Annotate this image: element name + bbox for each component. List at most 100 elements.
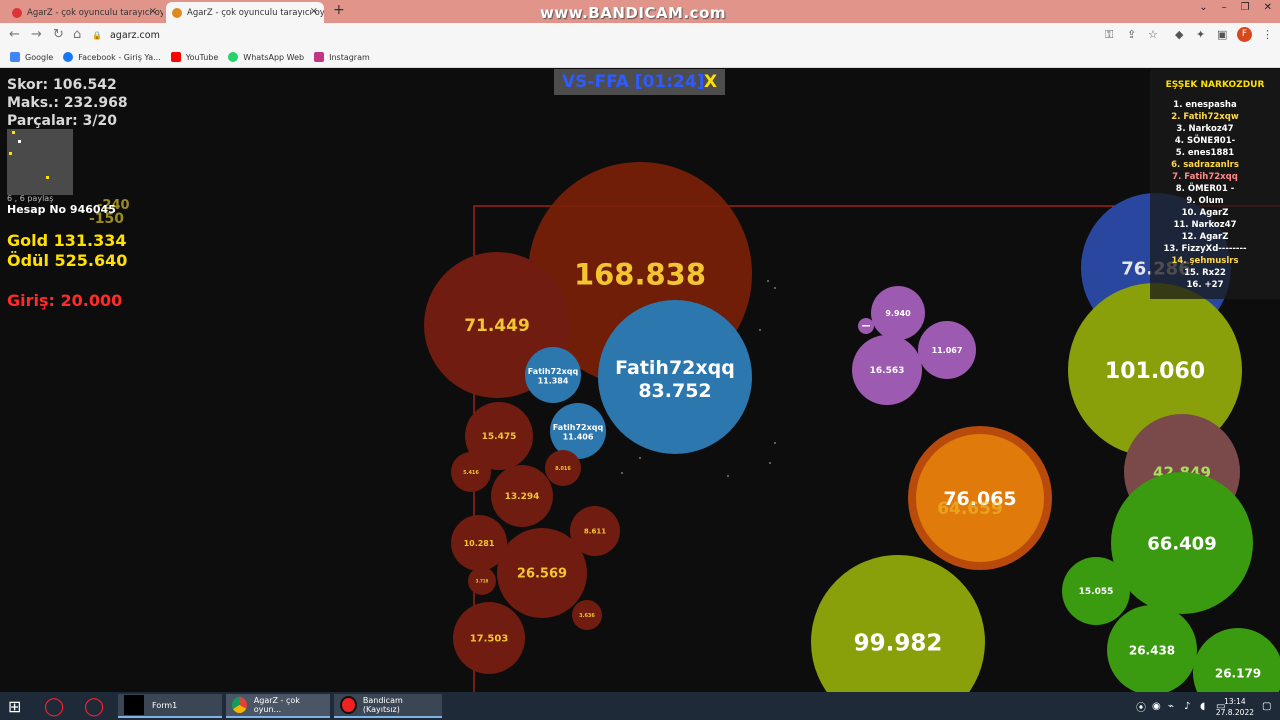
game-cell: 15.055	[1062, 557, 1130, 625]
sidepanel-icon[interactable]: ▣	[1217, 28, 1227, 41]
bookmark-google[interactable]: Google	[10, 52, 53, 62]
restore-icon[interactable]: ❐	[1241, 2, 1250, 13]
leaderboard-title: EŞŞEK NARKOZDUR	[1165, 80, 1265, 90]
notification-icon[interactable]: ▢	[1262, 694, 1271, 718]
bookmark-youtube[interactable]: YouTube	[170, 52, 218, 62]
tab-search-icon[interactable]: ⌄	[1199, 2, 1207, 13]
leaderboard-row: 2. Fatih72xqw	[1171, 112, 1239, 122]
minimize-icon[interactable]: –	[1222, 2, 1227, 13]
lock-icon[interactable]: 🔒	[92, 31, 102, 40]
leaderboard-row: 8. ÖMER01 -	[1175, 184, 1235, 194]
windows-start-icon[interactable]: ⊞	[8, 694, 21, 718]
key-icon[interactable]: ⚿	[1105, 28, 1113, 42]
reward-text: Ödül 525.640	[7, 251, 128, 270]
taskbar-chrome[interactable]: AgarZ - çok oyun...	[226, 694, 330, 718]
mode-timer: VS-FFA [01:24]	[562, 72, 705, 92]
browser-tab-1[interactable]: AgarZ - çok oyunculu tarayıcı oy ×	[6, 2, 163, 23]
instagram-icon	[314, 52, 325, 62]
taskbar-form1[interactable]: Form1	[118, 694, 222, 718]
taskbar-bandicam[interactable]: Bandicam (Kayıtsız)	[334, 694, 442, 718]
extension-icon[interactable]: ◆	[1175, 28, 1183, 41]
leaderboard-row: 13. FizzyXd--------	[1163, 244, 1247, 254]
browser-tab-2[interactable]: AgarZ - çok oyunculu tarayıcı oy ×	[166, 2, 324, 23]
game-cell: 3.636	[572, 600, 602, 630]
leaderboard-row: 11. Narkoz47	[1173, 220, 1237, 230]
gold-text: Gold 131.334	[7, 231, 127, 250]
form1-app-icon	[124, 695, 144, 715]
new-tab-button[interactable]: +	[333, 2, 345, 18]
leaderboard-row: 9. Olum	[1186, 196, 1224, 206]
minimap	[7, 129, 73, 195]
close-tab-icon[interactable]: ×	[310, 6, 318, 17]
opera-icon[interactable]: ◯	[44, 694, 64, 718]
game-cell: 5.416	[451, 452, 491, 492]
leaderboard-row: 5. enes1881	[1175, 148, 1235, 158]
game-cell: 17.503	[453, 602, 525, 674]
game-cell: 76.065	[908, 426, 1052, 570]
recording-watermark: www.BANDICAM.com	[540, 4, 727, 22]
taskbar-label: Form1	[152, 700, 178, 710]
game-cell: Fatih72xqq11.384	[525, 347, 581, 403]
cell-label: 3.718	[476, 578, 489, 583]
leaderboard-row: 10. AgarZ	[1181, 208, 1229, 218]
bookmark-star-icon[interactable]: ☆	[1148, 28, 1158, 41]
cell-label: 5.416	[463, 470, 479, 476]
volume-tray-icon[interactable]: ◖	[1200, 694, 1205, 718]
record-tray-icon[interactable]: ⦿	[1136, 694, 1146, 718]
bookmark-instagram[interactable]: Instagram	[314, 52, 370, 62]
system-clock[interactable]: 13:14 27.8.2022	[1216, 696, 1254, 718]
cell-label: 66.409	[1147, 533, 1216, 554]
taskbar: ⊞ ◯ ◯ Form1 AgarZ - çok oyun... Bandicam…	[0, 692, 1280, 720]
cell-label: 168.838	[574, 257, 706, 291]
parts-text: Parçalar: 3/20	[7, 113, 117, 129]
cell-label: 64.659	[937, 499, 1003, 519]
chrome-tray-icon[interactable]: ◉	[1152, 694, 1161, 718]
network-tray-icon[interactable]: ⌁	[1168, 694, 1174, 718]
cell-label: 3.636	[579, 613, 595, 619]
bookmark-label: Facebook - Giriş Ya...	[78, 52, 161, 62]
cell-label: 8.016	[555, 466, 571, 472]
cell-label: 26.569	[517, 567, 567, 582]
game-canvas[interactable]: 168.838 71.449 Fatih72xqq 83.752 Fatih72xqq 1…	[0, 68, 1280, 692]
opera-gx-icon[interactable]: ◯	[84, 694, 104, 718]
mode-bar: VS-FFA [01:24] X	[554, 69, 725, 95]
cell-label: 99.982	[854, 630, 943, 656]
back-icon[interactable]: ←	[9, 27, 20, 42]
puzzle-icon[interactable]: ✦	[1196, 28, 1205, 41]
bookmark-label: Instagram	[329, 52, 370, 62]
profile-avatar[interactable]: F	[1237, 27, 1252, 42]
home-icon[interactable]: ⌂	[73, 27, 81, 42]
leaderboard-row: 14. şehmuslrs	[1171, 256, 1239, 266]
game-cell: 8.611	[570, 506, 620, 556]
game-cell: 13.294	[491, 465, 553, 527]
speaker-tray-icon[interactable]: ♪	[1184, 694, 1190, 718]
url-field[interactable]: 🔒 agarz.com	[92, 26, 1092, 44]
cell-label: Fatih72xqq	[615, 357, 735, 379]
game-cell: 8.016	[545, 450, 581, 486]
minimap-dot	[9, 152, 12, 155]
cell-label: 8.611	[584, 528, 606, 536]
bandicam-icon	[340, 696, 357, 714]
tab-title: AgarZ - çok oyunculu tarayıcı oy	[27, 7, 163, 18]
leaderboard: EŞŞEK NARKOZDUR 1. enespasha 2. Fatih72xq…	[1150, 69, 1280, 299]
menu-icon[interactable]: ⋮	[1262, 28, 1273, 41]
share-text: 6 , 6 paylaş	[7, 194, 54, 203]
cell-label: 11.384	[538, 376, 569, 385]
game-board[interactable]: 168.83871.449Fatih72xqq83.752Fatih72xqq1…	[0, 68, 1280, 692]
close-window-icon[interactable]: ✕	[1264, 2, 1272, 13]
close-tab-icon[interactable]: ×	[149, 6, 157, 17]
reload-icon[interactable]: ↻	[53, 27, 64, 42]
window-controls: ⌄ – ❐ ✕	[1199, 2, 1272, 13]
bookmark-whatsapp[interactable]: WhatsApp Web	[228, 52, 304, 62]
entry-text: Giriş: 20.000	[7, 291, 123, 310]
leaderboard-row: 15. Rx22	[1184, 268, 1226, 278]
clock-date: 27.8.2022	[1215, 708, 1254, 717]
mode-close-button[interactable]: X	[704, 72, 717, 92]
tab-title: AgarZ - çok oyunculu tarayıcı oy	[187, 7, 324, 18]
forward-icon[interactable]: →	[31, 27, 42, 42]
share-icon[interactable]: ⇪	[1127, 28, 1136, 41]
chrome-icon	[232, 697, 247, 713]
cell-label: Fatih72xqq	[553, 423, 604, 432]
bookmark-facebook[interactable]: Facebook - Giriş Ya...	[63, 52, 161, 62]
leaderboard-row: 4. SÖNEЯ01-	[1174, 136, 1236, 146]
